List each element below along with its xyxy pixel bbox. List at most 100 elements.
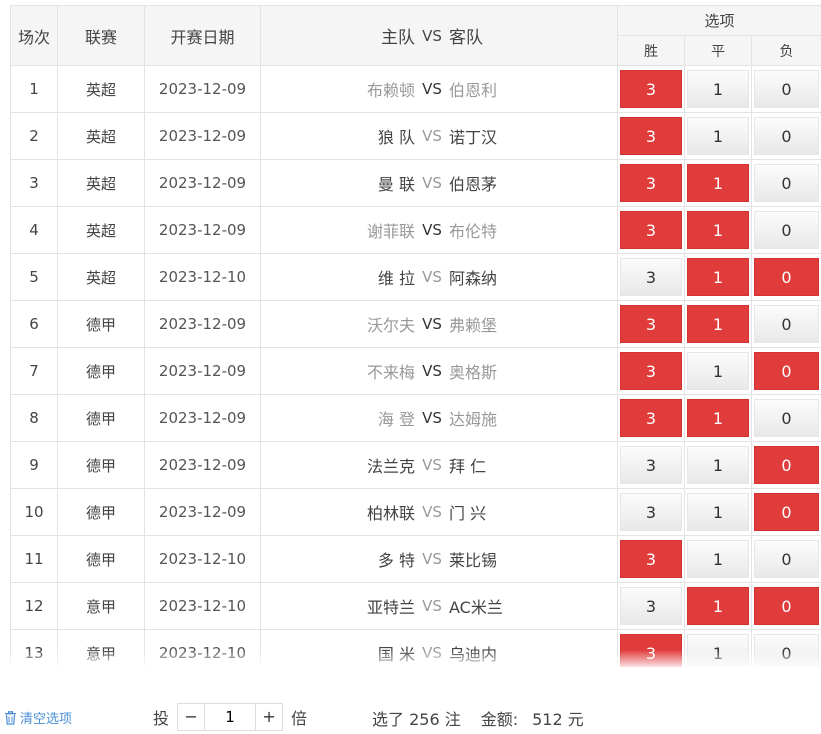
option-lose-button[interactable]: 0	[754, 352, 819, 390]
option-cell: 0	[752, 395, 821, 442]
match-date: 2023-12-09	[145, 395, 261, 442]
option-cell: 0	[752, 66, 821, 113]
match-number: 9	[11, 442, 58, 489]
match-date: 2023-12-09	[145, 113, 261, 160]
option-draw-button[interactable]: 1	[687, 587, 749, 625]
option-win-button[interactable]: 3	[620, 540, 682, 578]
decrease-button[interactable]: −	[178, 704, 204, 730]
match-number: 7	[11, 348, 58, 395]
table-fade	[0, 650, 821, 670]
option-draw-button[interactable]: 1	[687, 211, 749, 249]
option-draw-button[interactable]: 1	[687, 117, 749, 155]
option-draw-button[interactable]: 1	[687, 352, 749, 390]
vs-label: VS	[421, 268, 443, 286]
home-team: 狼 队	[261, 124, 421, 148]
option-win-button[interactable]: 3	[620, 70, 682, 108]
option-lose-button[interactable]: 0	[754, 211, 819, 249]
table-row: 11德甲2023-12-10多 特VS莱比锡310	[11, 536, 821, 583]
header-options: 选项	[618, 6, 821, 36]
bet-label: 投	[153, 705, 169, 729]
option-win-button[interactable]: 3	[620, 117, 682, 155]
amount-label: 金额:	[481, 706, 518, 730]
option-draw-button[interactable]: 1	[687, 305, 749, 343]
away-team: 布伦特	[443, 218, 617, 242]
vs-label: VS	[421, 503, 443, 521]
selected-count: 选了 256 注	[372, 706, 461, 730]
match-number: 12	[11, 583, 58, 630]
match-teams: 不来梅VS奥格斯	[261, 348, 618, 395]
match-number: 11	[11, 536, 58, 583]
option-cell: 3	[618, 395, 685, 442]
vs-label: VS	[421, 362, 443, 380]
table-row: 7德甲2023-12-09不来梅VS奥格斯310	[11, 348, 821, 395]
increase-button[interactable]: +	[256, 704, 282, 730]
multiplier-stepper: − +	[177, 703, 283, 731]
match-number: 6	[11, 301, 58, 348]
option-win-button[interactable]: 3	[620, 164, 682, 202]
option-lose-button[interactable]: 0	[754, 540, 819, 578]
home-team: 海 登	[261, 406, 421, 430]
multiplier-input[interactable]	[204, 704, 256, 730]
option-cell: 0	[752, 583, 821, 630]
option-lose-button[interactable]: 0	[754, 117, 819, 155]
header-league: 联赛	[58, 6, 145, 66]
away-team: 门 兴	[443, 500, 617, 524]
header-date: 开赛日期	[145, 6, 261, 66]
option-draw-button[interactable]: 1	[687, 446, 749, 484]
clear-options-button[interactable]: 清空选项	[4, 708, 72, 727]
league: 德甲	[58, 536, 145, 583]
away-team: 达姆施	[443, 406, 617, 430]
option-win-button[interactable]: 3	[620, 352, 682, 390]
option-win-button[interactable]: 3	[620, 399, 682, 437]
option-win-button[interactable]: 3	[620, 258, 682, 296]
league: 德甲	[58, 442, 145, 489]
option-draw-button[interactable]: 1	[687, 70, 749, 108]
bet-summary: 选了 256 注 金额: 512 元	[372, 706, 584, 730]
option-cell: 3	[618, 536, 685, 583]
match-number: 4	[11, 207, 58, 254]
option-draw-button[interactable]: 1	[687, 399, 749, 437]
table-row: 8德甲2023-12-09海 登VS达姆施310	[11, 395, 821, 442]
option-win-button[interactable]: 3	[620, 493, 682, 531]
option-draw-button[interactable]: 1	[687, 540, 749, 578]
times-label: 倍	[291, 705, 307, 729]
league: 英超	[58, 113, 145, 160]
multiplier-group: 投 − + 倍	[153, 703, 307, 731]
option-lose-button[interactable]: 0	[754, 446, 819, 484]
option-lose-button[interactable]: 0	[754, 258, 819, 296]
option-lose-button[interactable]: 0	[754, 305, 819, 343]
option-draw-button[interactable]: 1	[687, 258, 749, 296]
header-match: 主队 VS 客队	[261, 6, 618, 66]
option-cell: 1	[685, 489, 752, 536]
home-team: 亚特兰	[261, 594, 421, 618]
table-row: 2英超2023-12-09狼 队VS诺丁汉310	[11, 113, 821, 160]
away-team: AC米兰	[443, 594, 617, 618]
option-cell: 1	[685, 442, 752, 489]
match-date: 2023-12-09	[145, 301, 261, 348]
option-cell: 0	[752, 113, 821, 160]
match-date: 2023-12-10	[145, 536, 261, 583]
table-row: 4英超2023-12-09谢菲联VS布伦特310	[11, 207, 821, 254]
option-cell: 3	[618, 489, 685, 536]
vs-label: VS	[421, 315, 443, 333]
option-draw-button[interactable]: 1	[687, 493, 749, 531]
option-win-button[interactable]: 3	[620, 305, 682, 343]
table-row: 5英超2023-12-10维 拉VS阿森纳310	[11, 254, 821, 301]
match-number: 1	[11, 66, 58, 113]
option-lose-button[interactable]: 0	[754, 399, 819, 437]
match-number: 10	[11, 489, 58, 536]
option-lose-button[interactable]: 0	[754, 493, 819, 531]
vs-label: VS	[421, 409, 443, 427]
option-lose-button[interactable]: 0	[754, 587, 819, 625]
table-row: 3英超2023-12-09曼 联VS伯恩茅310	[11, 160, 821, 207]
league: 德甲	[58, 395, 145, 442]
header-away-team: 客队	[443, 23, 617, 48]
option-draw-button[interactable]: 1	[687, 164, 749, 202]
option-win-button[interactable]: 3	[620, 587, 682, 625]
match-teams: 亚特兰VSAC米兰	[261, 583, 618, 630]
option-lose-button[interactable]: 0	[754, 164, 819, 202]
away-team: 莱比锡	[443, 547, 617, 571]
option-lose-button[interactable]: 0	[754, 70, 819, 108]
option-win-button[interactable]: 3	[620, 211, 682, 249]
option-win-button[interactable]: 3	[620, 446, 682, 484]
